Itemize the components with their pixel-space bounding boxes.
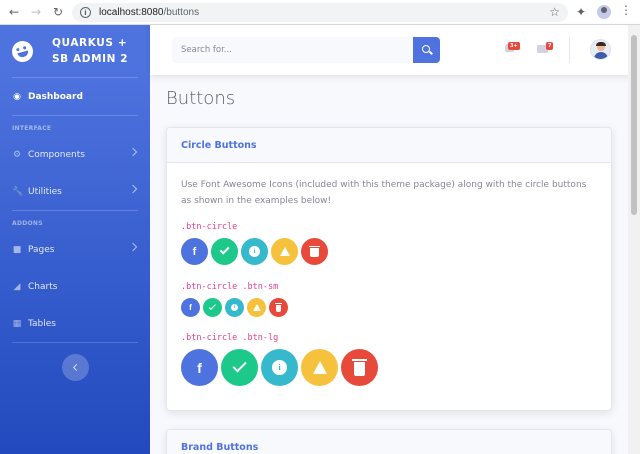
- check-icon: [208, 302, 217, 310]
- trash-icon: [352, 359, 367, 376]
- exclamation-triangle-icon: [312, 361, 327, 374]
- trash-icon: [274, 303, 282, 312]
- card-body: Use Font Awesome Icons (included with th…: [167, 163, 611, 400]
- facebook-icon: f: [189, 303, 192, 312]
- browser-profile-icon[interactable]: [597, 5, 611, 19]
- check-icon: [232, 358, 247, 373]
- info-circle-button-sm[interactable]: i: [225, 298, 244, 317]
- sidebar-item-charts[interactable]: ◢ Charts: [0, 268, 150, 305]
- facebook-circle-button-lg[interactable]: f: [181, 349, 218, 386]
- card-header: Brand Buttons: [167, 430, 611, 454]
- scrollbar-thumb[interactable]: [631, 35, 637, 215]
- info-circle-icon: i: [249, 246, 260, 257]
- sidebar-heading-interface: INTERFACE: [12, 125, 52, 132]
- info-circle-icon: i: [272, 360, 287, 375]
- sidebar-item-utilities[interactable]: 🔧 Utilities: [0, 173, 150, 210]
- chevron-right-icon: [128, 147, 138, 157]
- sidebar-brand[interactable]: QUARKUS + SB ADMIN 2: [0, 25, 150, 77]
- facebook-circle-button[interactable]: f: [181, 238, 208, 265]
- warning-circle-button-lg[interactable]: [301, 349, 338, 386]
- search-input[interactable]: [172, 37, 413, 63]
- card-header: Circle Buttons: [167, 128, 611, 163]
- avatar-body: [594, 52, 608, 59]
- trash-circle-button[interactable]: [301, 238, 328, 265]
- user-avatar[interactable]: [590, 39, 611, 60]
- check-circle-button[interactable]: [211, 238, 238, 265]
- button-row-regular: f i: [181, 238, 597, 265]
- tachometer-icon: ◉: [13, 91, 21, 102]
- sidebar-item-label: Utilities: [28, 186, 62, 197]
- check-circle-button-sm[interactable]: [203, 298, 222, 317]
- page-title: Buttons: [166, 88, 236, 109]
- chevron-right-icon: [128, 242, 138, 252]
- button-row-large: f i: [181, 349, 597, 386]
- reload-icon[interactable]: ↻: [50, 4, 66, 20]
- sidebar-item-tables[interactable]: ▦ Tables: [0, 305, 150, 342]
- page-scrollbar[interactable]: [628, 25, 640, 454]
- exclamation-triangle-icon: [279, 247, 290, 256]
- brand-line1: QUARKUS +: [52, 37, 128, 49]
- avatar-hair: [596, 42, 606, 46]
- sidebar: QUARKUS + SB ADMIN 2 ◉ Dashboard INTERFA…: [0, 25, 150, 454]
- check-icon: [219, 244, 230, 255]
- site-info-icon[interactable]: i: [80, 7, 91, 18]
- chevron-right-icon: [128, 184, 138, 194]
- warning-circle-button[interactable]: [271, 238, 298, 265]
- folder-icon: ■: [12, 244, 22, 255]
- sidebar-divider: [12, 342, 138, 343]
- sidebar-item-components[interactable]: ⚙ Components: [0, 136, 150, 173]
- bookmark-star-icon[interactable]: ☆: [549, 5, 560, 19]
- sidebar-item-label: Pages: [28, 244, 55, 255]
- alerts-counter-badge: 3+: [508, 42, 520, 50]
- extensions-puzzle-icon[interactable]: ✦: [576, 5, 586, 19]
- search-form: [172, 37, 440, 63]
- info-circle-icon: i: [230, 303, 239, 312]
- sidebar-item-label: Components: [28, 149, 85, 160]
- circle-buttons-card: Circle Buttons Use Font Awesome Icons (i…: [166, 127, 612, 411]
- card-description: Use Font Awesome Icons (included with th…: [181, 180, 587, 206]
- info-circle-button-lg[interactable]: i: [261, 349, 298, 386]
- code-label-regular: .btn-circle: [181, 222, 238, 232]
- exclamation-triangle-icon: [252, 304, 261, 311]
- brand-line2: SB ADMIN 2: [52, 53, 129, 65]
- sidebar-item-label: Dashboard: [28, 91, 83, 102]
- cog-icon: ⚙: [12, 149, 22, 160]
- facebook-icon: f: [192, 245, 197, 258]
- sidebar-item-dashboard[interactable]: ◉ Dashboard: [0, 78, 150, 115]
- warning-circle-button-sm[interactable]: [247, 298, 266, 317]
- sidebar-toggle-button[interactable]: [62, 354, 89, 381]
- sidebar-divider: [12, 115, 138, 116]
- check-circle-button-lg[interactable]: [221, 349, 258, 386]
- code-label-large: .btn-circle .btn-lg: [181, 333, 279, 343]
- back-arrow-icon[interactable]: ←: [6, 4, 22, 20]
- trash-circle-button-sm[interactable]: [269, 298, 288, 317]
- topbar: 3+ 7: [150, 25, 640, 75]
- wrench-icon: 🔧: [12, 186, 24, 197]
- forward-arrow-icon[interactable]: →: [28, 4, 44, 20]
- brand-buttons-card: Brand Buttons: [166, 429, 612, 454]
- address-bar[interactable]: i localhost:8080/buttons ☆: [72, 3, 568, 22]
- button-row-small: f i: [181, 298, 597, 317]
- chart-area-icon: ◢: [13, 281, 21, 292]
- brand-name: QUARKUS + SB ADMIN 2: [52, 35, 128, 67]
- browser-menu-icon[interactable]: ⋮: [620, 4, 632, 16]
- code-label-small: .btn-circle .btn-sm: [181, 282, 279, 292]
- messages-counter-badge: 7: [546, 42, 554, 50]
- sidebar-heading-addons: ADDONS: [12, 220, 43, 227]
- topbar-divider: [569, 37, 570, 63]
- trash-icon: [309, 245, 320, 258]
- browser-toolbar: ← → ↻ i localhost:8080/buttons ☆ ✦ ⋮: [0, 0, 640, 25]
- sidebar-divider: [12, 210, 138, 211]
- sidebar-item-label: Tables: [28, 318, 56, 329]
- url-text[interactable]: localhost:8080/buttons: [99, 7, 199, 18]
- laugh-wink-icon: [9, 38, 36, 64]
- table-icon: ▦: [12, 318, 22, 329]
- search-button[interactable]: [413, 37, 440, 63]
- facebook-circle-button-sm[interactable]: f: [181, 298, 200, 317]
- sidebar-item-pages[interactable]: ■ Pages: [0, 231, 150, 268]
- trash-circle-button-lg[interactable]: [341, 349, 378, 386]
- info-circle-button[interactable]: i: [241, 238, 268, 265]
- facebook-icon: f: [197, 359, 202, 376]
- sidebar-item-label: Charts: [28, 281, 58, 292]
